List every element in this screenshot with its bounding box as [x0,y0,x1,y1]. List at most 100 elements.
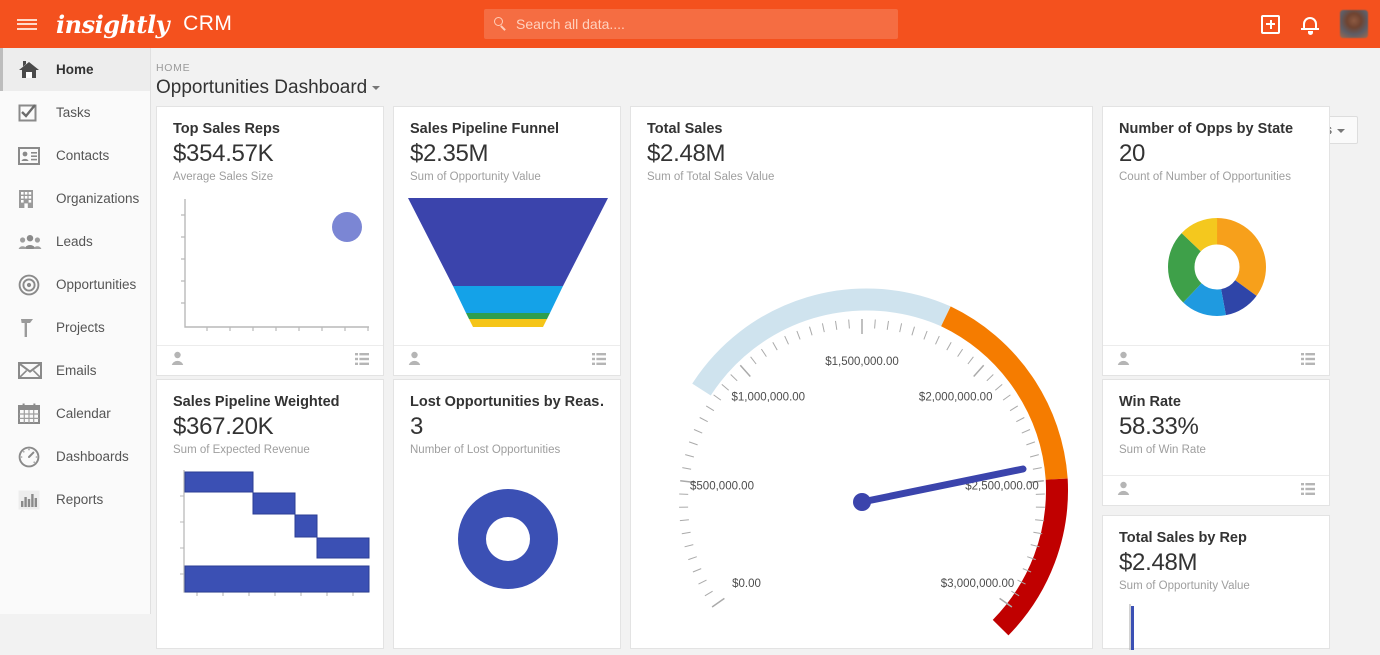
card-title: Lost Opportunities by Reas… [410,394,604,410]
card-header: Number of Opps by State 20 Count of Numb… [1103,107,1329,183]
people-icon [18,231,44,253]
card-sales-pipeline-funnel[interactable]: Sales Pipeline Funnel $2.35M Sum of Oppo… [393,106,621,376]
card-footer [1103,475,1329,505]
card-header: Lost Opportunities by Reas… 3 Number of … [394,380,620,456]
svg-text:$500,000.00: $500,000.00 [690,481,754,493]
bar-chart-sales-by-rep [1103,602,1329,650]
svg-text:$3,000,000.00: $3,000,000.00 [941,578,1015,590]
list-icon[interactable] [1301,482,1315,500]
hamburger-menu-icon[interactable] [0,0,54,48]
sidebar-item-label: Leads [56,234,93,249]
donut-chart-opps-by-state [1103,193,1329,338]
card-top-sales-reps[interactable]: Top Sales Reps $354.57K Average Sales Si… [156,106,384,376]
card-total-sales-by-rep[interactable]: Total Sales by Rep $2.48M Sum of Opportu… [1102,515,1330,649]
sidebar-item-organizations[interactable]: Organizations [0,177,150,220]
list-icon[interactable] [592,352,606,370]
card-header: Sales Pipeline Funnel $2.35M Sum of Oppo… [394,107,620,183]
person-icon[interactable] [1117,351,1130,370]
card-subtitle: Count of Number of Opportunities [1119,171,1313,183]
person-icon[interactable] [171,351,184,370]
list-icon[interactable] [355,352,369,370]
card-footer [1103,345,1329,375]
sidebar-item-opportunities[interactable]: Opportunities [0,263,150,306]
bell-icon[interactable] [1300,14,1320,34]
card-value: $354.57K [173,139,367,169]
card-title: Total Sales [647,121,1076,137]
card-subtitle: Sum of Opportunity Value [410,171,604,183]
card-subtitle: Average Sales Size [173,171,367,183]
product-name: CRM [183,12,232,36]
sidebar-item-label: Home [56,62,94,77]
svg-text:$1,500,000.00: $1,500,000.00 [825,356,899,368]
card-value: $2.48M [1119,548,1313,578]
calendar-icon [18,403,44,425]
sidebar-item-calendar[interactable]: Calendar [0,392,150,435]
breadcrumb[interactable]: HOME [151,48,1380,74]
card-header: Total Sales $2.48M Sum of Total Sales Va… [631,107,1092,183]
top-navigation-bar: insightly CRM [0,0,1380,48]
sidebar-item-label: Opportunities [56,277,136,292]
card-subtitle: Sum of Win Rate [1119,444,1313,456]
card-total-sales[interactable]: Total Sales $2.48M Sum of Total Sales Va… [630,106,1093,649]
sidebar-item-contacts[interactable]: Contacts [0,134,150,177]
home-icon [18,59,44,81]
card-opps-by-state[interactable]: Number of Opps by State 20 Count of Numb… [1102,106,1330,376]
funnel-chart [394,193,620,338]
card-header: Total Sales by Rep $2.48M Sum of Opportu… [1103,516,1329,592]
card-value: 20 [1119,139,1313,169]
building-icon [18,188,44,210]
card-title: Win Rate [1119,394,1313,410]
check-square-icon [18,102,44,124]
sidebar-item-emails[interactable]: Emails [0,349,150,392]
target-icon [18,274,44,296]
sidebar-item-projects[interactable]: Projects [0,306,150,349]
svg-text:$2,500,000.00: $2,500,000.00 [965,481,1039,493]
card-value: $2.48M [647,139,1076,169]
card-title: Top Sales Reps [173,121,367,137]
page-title[interactable]: Opportunities Dashboard [151,74,380,99]
card-value: 3 [410,412,604,442]
sidebar-item-home[interactable]: Home [0,48,150,91]
card-title: Sales Pipeline Weighted [173,394,367,410]
sidebar-item-reports[interactable]: Reports [0,478,150,521]
plus-square-icon[interactable] [1261,15,1280,34]
person-icon[interactable] [1117,481,1130,500]
sidebar-item-leads[interactable]: Leads [0,220,150,263]
sidebar-item-dashboards[interactable]: Dashboards [0,435,150,478]
sidebar-item-label: Organizations [56,191,139,206]
card-win-rate[interactable]: Win Rate 58.33% Sum of Win Rate [1102,379,1330,506]
svg-text:$0.00: $0.00 [732,578,761,590]
sidebar-item-label: Tasks [56,105,91,120]
card-title: Total Sales by Rep [1119,530,1313,546]
card-value: $367.20K [173,412,367,442]
card-value: $2.35M [410,139,604,169]
svg-text:$2,000,000.00: $2,000,000.00 [919,392,993,404]
bar-chart-icon [18,489,44,511]
brand-logo[interactable]: insightly [56,10,169,39]
sidebar-item-tasks[interactable]: Tasks [0,91,150,134]
card-footer [394,345,620,375]
card-sales-pipeline-weighted[interactable]: Sales Pipeline Weighted $367.20K Sum of … [156,379,384,649]
sidebar-item-label: Dashboards [56,449,129,464]
search-icon [494,17,508,31]
card-header: Sales Pipeline Weighted $367.20K Sum of … [157,380,383,456]
card-lost-opportunities[interactable]: Lost Opportunities by Reas… 3 Number of … [393,379,621,649]
search-input[interactable] [516,16,888,32]
person-icon[interactable] [408,351,421,370]
gauge-chart: $0.00 $500,000.00 $1,000,000.00 $1,500,000.… [631,177,1092,647]
scatter-chart [157,193,383,338]
topbar-actions [1261,0,1368,48]
card-title: Sales Pipeline Funnel [410,121,604,137]
sidebar-item-label: Reports [56,492,103,507]
card-header: Win Rate 58.33% Sum of Win Rate [1103,380,1329,456]
svg-text:$1,000,000.00: $1,000,000.00 [732,392,806,404]
gauge-icon [18,446,44,468]
sidebar-item-label: Calendar [56,406,111,421]
card-subtitle: Sum of Opportunity Value [1119,580,1313,592]
global-search[interactable] [484,9,898,39]
envelope-icon [18,360,44,382]
list-icon[interactable] [1301,352,1315,370]
main-content: HOME Opportunities Dashboard Actions Top… [151,48,1380,614]
avatar[interactable] [1340,10,1368,38]
card-title: Number of Opps by State [1119,121,1313,137]
